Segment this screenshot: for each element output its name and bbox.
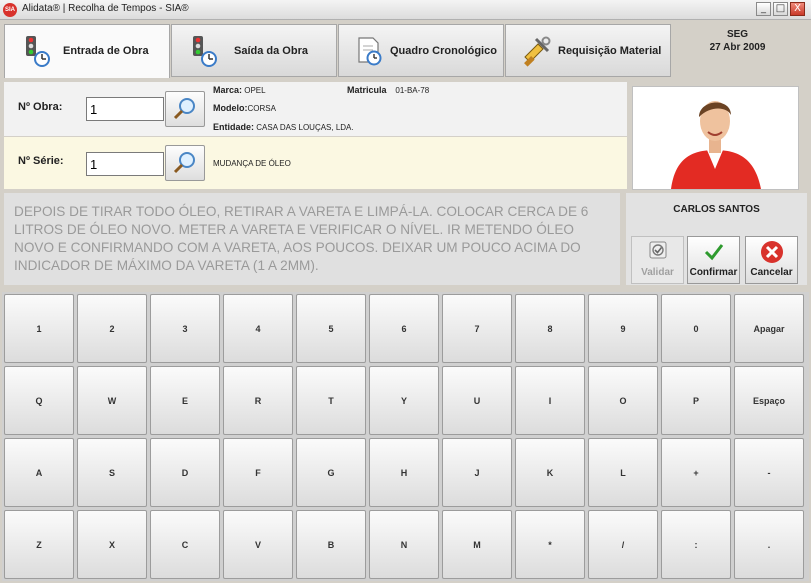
key[interactable]: F [223, 438, 293, 507]
key[interactable]: Z [4, 510, 74, 579]
date-display: SEG 27 Abr 2009 [680, 28, 795, 54]
key[interactable]: N [369, 510, 439, 579]
key[interactable]: Espaço [734, 366, 804, 435]
obra-input[interactable]: 1 [86, 97, 164, 121]
obra-search-button[interactable] [165, 91, 205, 127]
tab-entrada-de-obra[interactable]: Entrada de Obra [4, 24, 170, 78]
serie-description: MUDANÇA DE ÓLEO [213, 159, 291, 168]
key[interactable]: : [661, 510, 731, 579]
weekday-label: SEG [726, 29, 749, 40]
date-label: 27 Abr 2009 [709, 42, 766, 53]
cancel-x-icon [761, 241, 783, 263]
key[interactable]: V [223, 510, 293, 579]
key[interactable]: J [442, 438, 512, 507]
minimize-button[interactable]: _ [756, 2, 771, 16]
employee-photo [632, 86, 799, 190]
modelo-info: Modelo:CORSA [213, 103, 276, 113]
window-title: Alidata® | Recolha de Tempos - SIA® [22, 3, 189, 14]
obra-panel: Nº Obra: 1 Marca: OPEL Matricula 01-BA-7… [4, 82, 627, 136]
instructions-text: DEPOIS DE TIRAR TODO ÓLEO, RETIRAR A VAR… [14, 204, 589, 273]
key[interactable]: A [4, 438, 74, 507]
key[interactable]: K [515, 438, 585, 507]
checkmark-icon [704, 244, 724, 261]
key[interactable]: B [296, 510, 366, 579]
validar-label: Validar [641, 267, 674, 278]
matricula-info: Matricula 01-BA-78 [347, 85, 430, 95]
key[interactable]: T [296, 366, 366, 435]
key[interactable]: 0 [661, 294, 731, 363]
key[interactable]: S [77, 438, 147, 507]
title-bar: SIA Alidata® | Recolha de Tempos - SIA® … [0, 0, 811, 20]
confirmar-button[interactable]: Confirmar [687, 236, 740, 284]
traffic-light-clock-icon [26, 36, 50, 67]
key[interactable]: R [223, 366, 293, 435]
tab-label: Quadro Cronológico [390, 45, 497, 57]
key[interactable]: O [588, 366, 658, 435]
key[interactable]: P [661, 366, 731, 435]
instructions-panel: DEPOIS DE TIRAR TODO ÓLEO, RETIRAR A VAR… [4, 193, 620, 285]
key[interactable]: Y [369, 366, 439, 435]
magnifier-icon [173, 152, 195, 174]
key[interactable]: U [442, 366, 512, 435]
key[interactable]: X [77, 510, 147, 579]
key[interactable]: . [734, 510, 804, 579]
key[interactable]: 9 [588, 294, 658, 363]
employee-name: CARLOS SANTOS [673, 204, 760, 215]
traffic-light-clock-icon [193, 36, 217, 67]
action-panel: CARLOS SANTOS Validar Confirmar Cancelar [626, 193, 807, 285]
tab-quadro-cronologico[interactable]: Quadro Cronológico [338, 24, 504, 77]
tab-requisicao-material[interactable]: Requisição Material [505, 24, 671, 77]
tab-label: Saída da Obra [234, 45, 308, 57]
serie-label: Nº Série: [18, 155, 64, 167]
serie-panel: Nº Série: 1 MUDANÇA DE ÓLEO [4, 137, 627, 189]
tab-label: Entrada de Obra [63, 45, 149, 57]
key[interactable]: - [734, 438, 804, 507]
key[interactable]: 4 [223, 294, 293, 363]
tab-label: Requisição Material [558, 45, 662, 57]
document-clock-icon [358, 37, 382, 66]
key[interactable]: 6 [369, 294, 439, 363]
key[interactable]: 2 [77, 294, 147, 363]
key[interactable]: G [296, 438, 366, 507]
close-button[interactable]: X [790, 2, 805, 16]
key[interactable]: L [588, 438, 658, 507]
key[interactable]: 8 [515, 294, 585, 363]
obra-label: Nº Obra: [18, 101, 63, 113]
key[interactable]: 1 [4, 294, 74, 363]
marca-info: Marca: OPEL [213, 85, 266, 95]
on-screen-keyboard: 1 2 3 4 5 6 7 8 9 0 Apagar Q W E R T Y U I O P Espaço A S D F G H J K… [2, 292, 809, 581]
confirmar-label: Confirmar [689, 267, 738, 278]
magnifier-icon [173, 98, 195, 120]
key[interactable]: D [150, 438, 220, 507]
key[interactable]: W [77, 366, 147, 435]
key[interactable]: Q [4, 366, 74, 435]
cancelar-button[interactable]: Cancelar [745, 236, 798, 284]
maximize-button[interactable]: □ [773, 2, 788, 16]
key[interactable]: M [442, 510, 512, 579]
key[interactable]: E [150, 366, 220, 435]
validar-button[interactable]: Validar [631, 236, 684, 284]
key[interactable]: I [515, 366, 585, 435]
key[interactable]: C [150, 510, 220, 579]
key[interactable]: Apagar [734, 294, 804, 363]
tools-icon [524, 36, 551, 67]
key[interactable]: 7 [442, 294, 512, 363]
serie-search-button[interactable] [165, 145, 205, 181]
key[interactable]: H [369, 438, 439, 507]
serie-input[interactable]: 1 [86, 152, 164, 176]
check-box-icon [649, 241, 667, 259]
key[interactable]: 3 [150, 294, 220, 363]
entidade-info: Entidade: CASA DAS LOUÇAS, LDA. [213, 122, 354, 132]
person-photo-icon [671, 101, 761, 189]
key[interactable]: / [588, 510, 658, 579]
tab-saida-da-obra[interactable]: Saída da Obra [171, 24, 337, 77]
app-icon: SIA [3, 3, 17, 17]
key[interactable]: 5 [296, 294, 366, 363]
cancelar-label: Cancelar [750, 267, 793, 278]
key[interactable]: * [515, 510, 585, 579]
key[interactable]: + [661, 438, 731, 507]
